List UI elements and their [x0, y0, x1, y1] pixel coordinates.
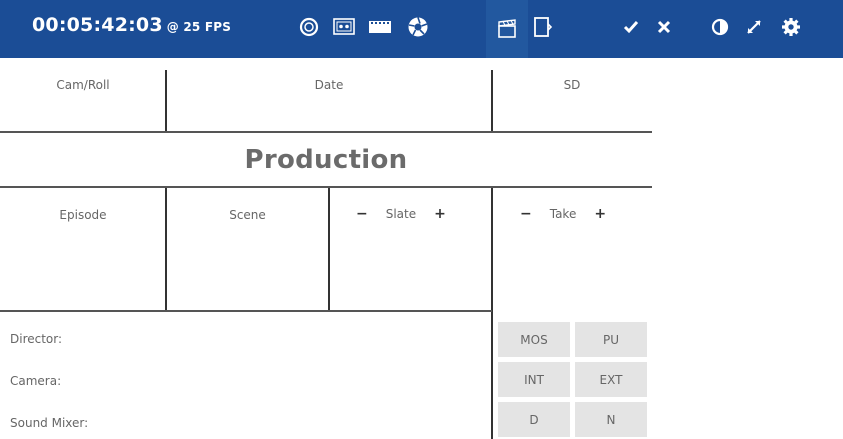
slate-label: Slate: [385, 207, 417, 221]
divider: [328, 188, 330, 310]
timecode-value: 00:05:42:03: [32, 14, 163, 36]
clapperboard-icon[interactable]: [486, 0, 528, 58]
expand-icon[interactable]: [740, 13, 768, 41]
divider: [165, 70, 167, 132]
date-cell[interactable]: Date: [166, 58, 492, 132]
date-label: Date: [314, 78, 344, 92]
film-strip-icon[interactable]: [366, 13, 394, 41]
day-button[interactable]: D: [498, 402, 570, 437]
take-stepper: − Take +: [514, 206, 612, 222]
close-icon[interactable]: [650, 13, 678, 41]
episode-label: Episode: [59, 208, 107, 222]
divider: [0, 131, 652, 133]
director-label[interactable]: Director:: [10, 332, 62, 346]
slate-stepper: − Slate +: [350, 206, 452, 222]
camera-label[interactable]: Camera:: [10, 374, 61, 388]
slate-decrement-button[interactable]: −: [350, 206, 374, 222]
slate-increment-button[interactable]: +: [428, 206, 452, 222]
scene-cell[interactable]: Scene: [166, 188, 329, 310]
take-increment-button[interactable]: +: [588, 206, 612, 222]
sd-cell[interactable]: SD: [492, 58, 652, 132]
pu-button[interactable]: PU: [575, 322, 647, 357]
divider: [491, 188, 493, 439]
fps-label: @ 25 FPS: [166, 20, 232, 34]
gear-icon[interactable]: [777, 13, 805, 41]
sd-label: SD: [563, 78, 581, 92]
check-icon[interactable]: [617, 13, 645, 41]
ext-button[interactable]: EXT: [575, 362, 647, 397]
production-title[interactable]: Production: [0, 145, 652, 175]
divider: [491, 70, 493, 132]
timecode-display: 00:05:42:03 @ 25 FPS: [32, 14, 231, 36]
cam-roll-cell[interactable]: Cam/Roll: [0, 58, 166, 132]
aperture-icon[interactable]: [404, 13, 432, 41]
cam-roll-label: Cam/Roll: [56, 78, 110, 92]
sync-icon[interactable]: [295, 13, 323, 41]
contrast-icon[interactable]: [706, 13, 734, 41]
episode-cell[interactable]: Episode: [0, 188, 166, 310]
take-decrement-button[interactable]: −: [514, 206, 538, 222]
night-button[interactable]: N: [575, 402, 647, 437]
export-icon[interactable]: [528, 13, 556, 41]
top-toolbar: 00:05:42:03 @ 25 FPS: [0, 0, 843, 58]
sound-mixer-label[interactable]: Sound Mixer:: [10, 416, 88, 430]
divider: [165, 188, 167, 310]
monitor-icon[interactable]: [330, 13, 358, 41]
divider: [0, 310, 492, 312]
mos-button[interactable]: MOS: [498, 322, 570, 357]
int-button[interactable]: INT: [498, 362, 570, 397]
take-label: Take: [549, 207, 577, 221]
scene-label: Scene: [229, 208, 266, 222]
